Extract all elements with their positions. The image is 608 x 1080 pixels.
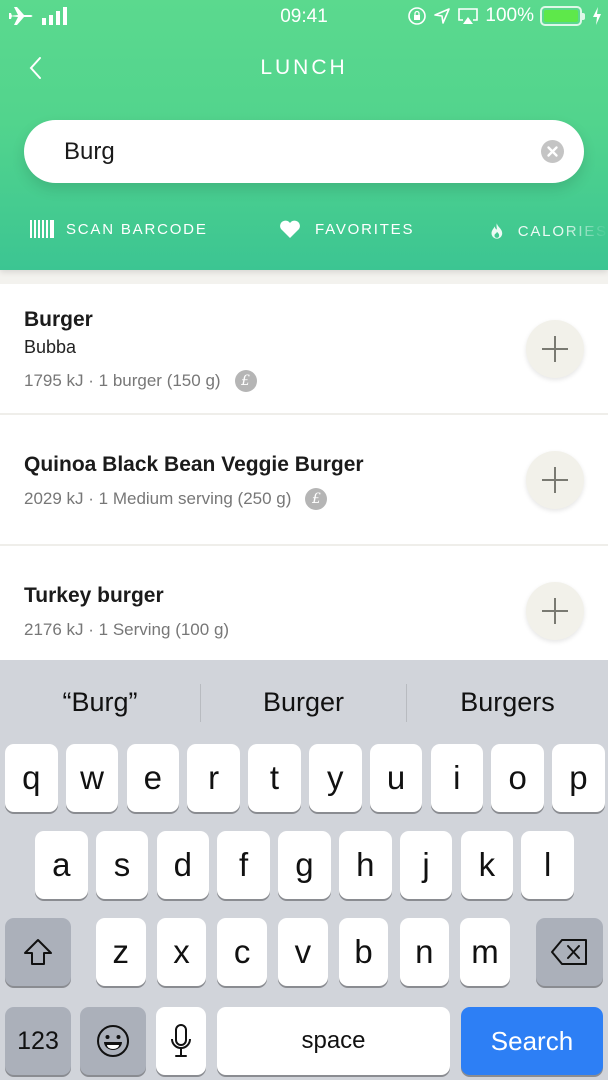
key-c[interactable]: c [217,918,267,986]
orientation-lock-icon [408,7,427,25]
predictive-bar: “Burg” Burger Burgers [0,660,608,744]
key-x[interactable]: x [156,918,207,986]
heart-icon [280,220,300,238]
quick-tabs: SCAN BARCODE FAVORITES CALORIES [0,220,608,252]
result-row[interactable]: Quinoa Black Bean Veggie Burger 2029 kJ … [0,415,608,546]
backspace-icon [550,939,587,965]
key-q[interactable]: q [5,744,58,812]
key-i[interactable]: i [430,744,484,812]
verified-badge-icon: £ [305,488,328,510]
clear-search-button[interactable] [541,140,564,163]
food-meta: 1795 kJ · 1 burger (150 g) [24,371,221,390]
food-name: Turkey burger [24,584,164,607]
results-list: Burger Bubba 1795 kJ · 1 burger (150 g) … [0,270,608,660]
add-food-button[interactable] [526,451,584,509]
key-y[interactable]: y [309,744,362,812]
key-v[interactable]: v [278,918,328,986]
suggestion-burgers[interactable]: Burgers [407,660,608,744]
tab-scan-barcode[interactable]: SCAN BARCODE [30,220,208,238]
header: 09:41 100% LUNCH Burg SCAN BARCODE FAVOR… [0,0,608,270]
key-o[interactable]: o [491,744,544,812]
result-row[interactable]: Turkey burger 2176 kJ · 1 Serving (100 g… [0,546,608,677]
key-w[interactable]: w [65,744,119,812]
verified-badge-icon: £ [234,370,257,392]
keyboard: “Burg” Burger Burgers 123 space Search q… [0,660,608,1080]
delete-key[interactable] [536,918,603,986]
key-p[interactable]: p [552,744,605,812]
key-e[interactable]: e [126,744,180,812]
food-name: Quinoa Black Bean Veggie Burger [24,453,364,476]
airplay-icon [458,8,479,24]
key-g[interactable]: g [278,831,331,899]
emoji-key[interactable] [80,1007,146,1075]
key-u[interactable]: u [369,744,423,812]
key-t[interactable]: t [248,744,301,812]
tab-favorites-label: FAVORITES [315,221,415,238]
food-meta: 2176 kJ · 1 Serving (100 g) [24,620,230,639]
battery-percent: 100% [485,5,534,26]
food-brand: Bubba [24,337,77,357]
add-food-button[interactable] [526,582,584,640]
clear-icon [547,146,558,157]
key-j[interactable]: j [399,831,453,899]
space-key[interactable]: space [217,1007,450,1075]
tab-calories[interactable]: CALORIES [490,220,608,242]
food-name: Burger [24,308,93,331]
tab-calories-label: CALORIES [517,222,608,240]
key-r[interactable]: r [187,744,240,812]
tab-scan-barcode-label: SCAN BARCODE [66,220,208,238]
key-d[interactable]: d [156,831,210,899]
key-f[interactable]: f [217,831,270,899]
page-title: LUNCH [260,56,348,79]
food-meta: 2029 kJ · 1 Medium serving (250 g) [24,489,292,508]
numbers-key[interactable]: 123 [5,1007,71,1075]
key-l[interactable]: l [521,831,574,899]
add-food-button[interactable] [526,320,584,378]
shift-icon [24,939,52,965]
key-h[interactable]: h [339,831,392,899]
microphone-icon [171,1024,191,1057]
battery-icon [540,6,585,26]
search-bar [24,120,584,183]
key-m[interactable]: m [460,918,510,986]
suggestion-burger[interactable]: Burger [201,660,406,744]
key-b[interactable]: b [338,918,389,986]
location-icon [434,8,451,24]
result-row[interactable]: Burger Bubba 1795 kJ · 1 burger (150 g) … [0,284,608,415]
key-s[interactable]: s [95,831,149,899]
dictation-key[interactable] [156,1007,206,1075]
barcode-icon [30,220,54,238]
key-n[interactable]: n [399,918,449,986]
charging-icon [593,7,601,25]
key-a[interactable]: a [35,831,88,899]
key-k[interactable]: k [460,831,514,899]
flame-icon [491,223,503,239]
key-z[interactable]: z [96,918,146,986]
suggestion-literal[interactable]: “Burg” [0,660,200,744]
search-input[interactable] [64,120,524,183]
tab-favorites[interactable]: FAVORITES [279,220,414,239]
status-bar: 09:41 100% [0,0,608,34]
emoji-icon [97,1025,129,1057]
search-key[interactable]: Search [461,1007,603,1075]
shift-key[interactable] [5,918,71,986]
